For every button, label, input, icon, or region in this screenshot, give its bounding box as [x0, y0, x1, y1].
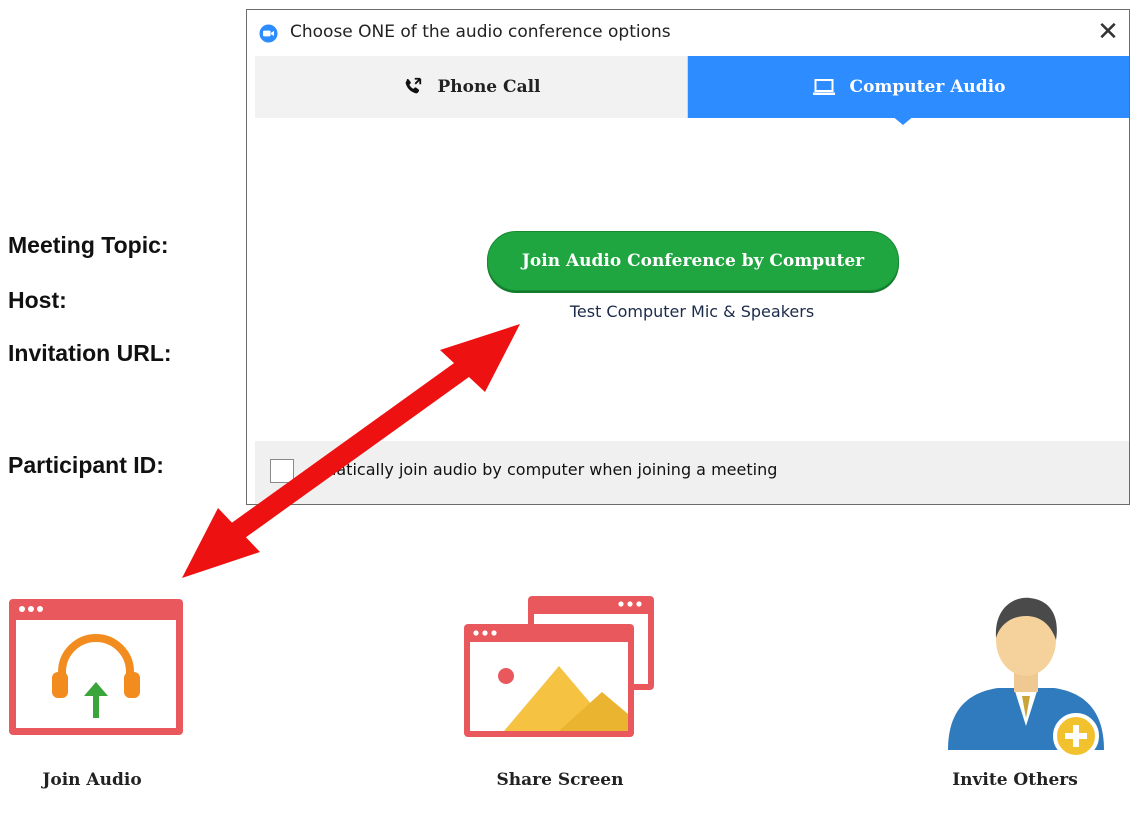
share-screen-action[interactable] — [464, 596, 656, 743]
auto-join-checkbox[interactable] — [270, 459, 294, 483]
share-screen-icon — [464, 596, 654, 737]
invitation-url-label: Invitation URL: — [8, 340, 172, 366]
zoom-logo-icon — [259, 24, 278, 43]
add-person-icon — [948, 597, 1104, 759]
join-audio-action[interactable] — [8, 598, 184, 741]
tab-computer-audio[interactable]: Computer Audio — [688, 56, 1129, 118]
participant-id-label: Participant ID: — [8, 452, 164, 478]
laptop-icon — [812, 79, 835, 95]
invite-others-label: Invite Others — [952, 770, 1078, 790]
invite-others-action[interactable] — [946, 588, 1106, 769]
dialog-footer: omatically join audio by computer when j… — [255, 441, 1129, 504]
join-audio-by-computer-button[interactable]: Join Audio Conference by Computer — [487, 231, 899, 291]
tab-phone-call[interactable]: Phone Call — [255, 56, 688, 118]
audio-options-dialog: Choose ONE of the audio conference optio… — [246, 9, 1130, 505]
close-button[interactable]: ✕ — [1087, 14, 1129, 50]
test-mic-speakers-link[interactable]: Test Computer Mic & Speakers — [487, 302, 897, 321]
phone-icon — [406, 77, 422, 94]
share-screen-label: Share Screen — [496, 770, 624, 790]
auto-join-label: omatically join audio by computer when j… — [311, 460, 778, 479]
tab-computer-audio-label: Computer Audio — [849, 77, 1006, 97]
meeting-topic-label: Meeting Topic: — [8, 232, 169, 258]
headphones-upload-icon — [9, 599, 183, 735]
tab-phone-call-label: Phone Call — [437, 77, 541, 97]
host-label: Host: — [8, 287, 67, 313]
dialog-titlebar[interactable]: Choose ONE of the audio conference optio… — [247, 10, 1129, 55]
active-tab-pointer — [891, 115, 915, 125]
audio-tabs: Phone Call Computer Audio — [255, 56, 1129, 118]
dialog-title: Choose ONE of the audio conference optio… — [290, 22, 671, 42]
join-audio-label: Join Audio — [42, 770, 142, 790]
